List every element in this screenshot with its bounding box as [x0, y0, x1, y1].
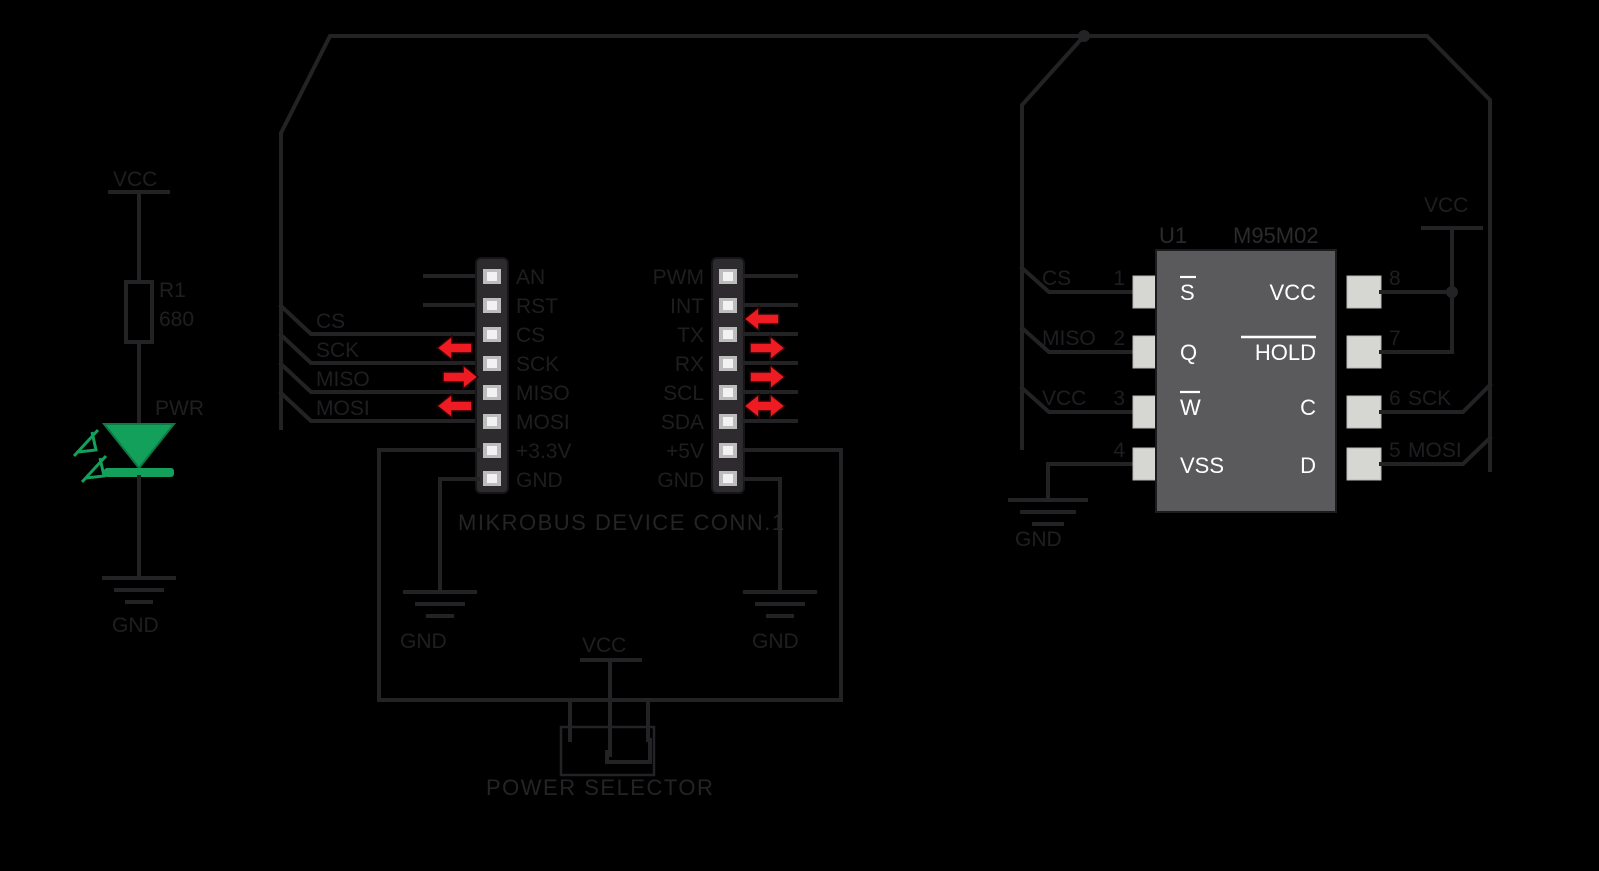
ic-part-number: M95M02 — [1233, 223, 1319, 248]
ic-pinname-vss: VSS — [1180, 453, 1224, 478]
ic-pin-num-7: 7 — [1389, 327, 1401, 350]
junction-dot — [1078, 30, 1090, 42]
ic-pinname-s: S — [1180, 280, 1195, 305]
pin-label-sda: SDA — [661, 411, 704, 434]
ic-net-label-miso: MISO — [1042, 327, 1096, 350]
net-label-mosi: MOSI — [316, 397, 370, 420]
power-selector-jumper[interactable] — [377, 658, 843, 777]
ic-pinname-hold: HOLD — [1255, 340, 1316, 365]
net-label-miso: MISO — [316, 368, 370, 391]
net-label-cs: CS — [316, 310, 345, 333]
pin-label-an: AN — [516, 266, 545, 289]
pin-label-sck: SCK — [516, 353, 559, 376]
gnd-label-led: GND — [112, 614, 159, 637]
ic-pin-num-3: 3 — [1113, 387, 1125, 410]
gnd-label-mikrobus-left: GND — [400, 630, 447, 653]
net-label-sck: SCK — [316, 339, 359, 362]
ic-pin-num-4: 4 — [1113, 439, 1125, 462]
arrow-sda-both — [742, 392, 787, 420]
ic-pin-num-8: 8 — [1389, 267, 1401, 290]
pin-label-scl: SCL — [663, 382, 704, 405]
mikrobus-block-label: MIKROBUS DEVICE CONN.1 — [458, 510, 786, 535]
pin-label-mosi: MOSI — [516, 411, 570, 434]
pin-label-gnd-r: GND — [657, 469, 704, 492]
pin-label-tx: TX — [677, 324, 704, 347]
arrow-mosi-left — [435, 392, 473, 420]
arrow-sck-left — [435, 334, 473, 362]
vcc-label-led: VCC — [113, 168, 157, 191]
ic-ref-designator: U1 — [1159, 223, 1187, 248]
junction-dot-vcc — [1446, 286, 1458, 298]
resistor-ref: R1 — [159, 279, 186, 302]
pin-label-miso: MISO — [516, 382, 570, 405]
pin-label-cs: CS — [516, 324, 545, 347]
resistor-value: 680 — [159, 308, 194, 331]
ic-pinname-q: Q — [1180, 340, 1197, 365]
mikrobus-left-power-wires — [377, 448, 480, 702]
ic-net-label-vcc: VCC — [1042, 387, 1086, 410]
ic-pinname-vcc: VCC — [1270, 280, 1317, 305]
arrow-scl-right — [749, 363, 787, 391]
ic-net-label-cs: CS — [1042, 267, 1071, 290]
power-selector-block-label: POWER SELECTOR — [486, 775, 714, 800]
arrow-miso-right — [442, 363, 480, 391]
mikrobus-right-header[interactable] — [711, 257, 745, 494]
ic-pin-num-5: 5 — [1389, 439, 1401, 462]
gnd-label-mikrobus-right: GND — [752, 630, 799, 653]
ic-net-label-mosi: MOSI — [1408, 439, 1462, 462]
ic-gnd-label: GND — [1015, 528, 1062, 551]
pin-label-gnd-l: GND — [516, 469, 563, 492]
pin-label-rst: RST — [516, 295, 558, 318]
pin-label-int: INT — [670, 295, 704, 318]
pin-label-3v3: +3.3V — [516, 440, 571, 463]
ic-vcc-label: VCC — [1424, 194, 1468, 217]
schematic-canvas: VCC GND R1 680 PWR CS SCK MISO MOSI AN R… — [0, 0, 1599, 871]
pin-label-rx: RX — [675, 353, 704, 376]
led-ref: PWR — [155, 397, 204, 420]
pin-label-pwm: PWM — [653, 266, 704, 289]
arrow-rx-right — [749, 334, 787, 362]
mikrobus-left-header[interactable] — [475, 257, 509, 494]
ic-pin-num-2: 2 — [1113, 327, 1125, 350]
ic-pin-num-1: 1 — [1113, 267, 1125, 290]
arrow-tx-left — [742, 305, 780, 333]
ic-pinname-d: D — [1300, 453, 1316, 478]
ic-pin-num-6: 6 — [1389, 387, 1401, 410]
vcc-label-power-selector: VCC — [582, 634, 626, 657]
ic-net-label-sck: SCK — [1408, 387, 1451, 410]
ic-pinname-w: W — [1180, 395, 1201, 420]
pin-label-5v: +5V — [666, 440, 704, 463]
ic-pinname-c: C — [1300, 395, 1316, 420]
ic-u1-m95m02[interactable] — [1132, 249, 1382, 513]
